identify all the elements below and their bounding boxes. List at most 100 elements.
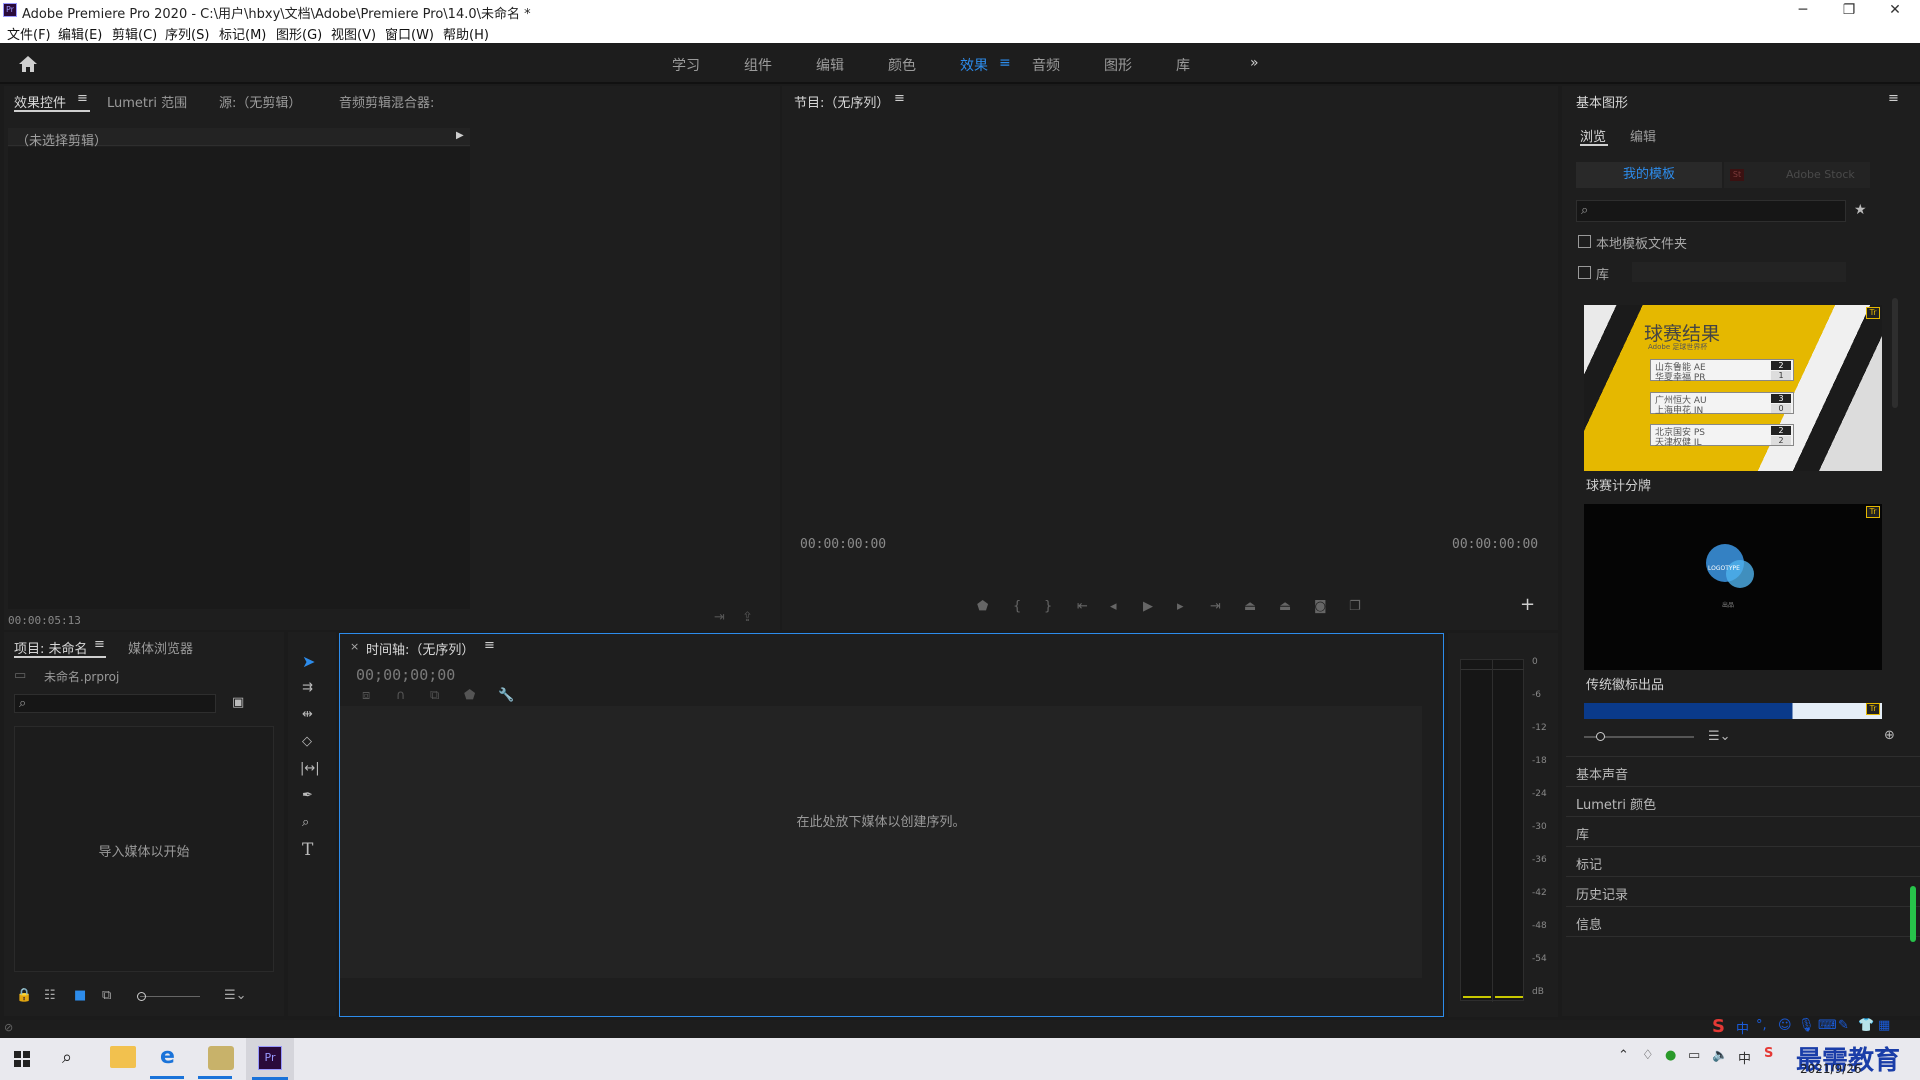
panel-libraries[interactable]: 库 (1576, 824, 1589, 843)
tray-chevron-icon[interactable]: ⌃ (1618, 1048, 1629, 1063)
workspace-effects[interactable]: 效果 (960, 55, 988, 75)
comparison-view-icon[interactable]: ❐ (1349, 599, 1361, 614)
close-timeline-icon[interactable]: × (350, 640, 359, 653)
mark-in-icon[interactable]: { (1013, 599, 1021, 614)
clock-date[interactable]: 2021/9/26 (1800, 1062, 1862, 1076)
play-icon[interactable]: ▶ (1143, 599, 1153, 614)
pen-tool-icon[interactable]: ✒ (302, 788, 313, 803)
tab-source[interactable]: 源:（无剪辑） (219, 92, 301, 111)
ime-voice-icon[interactable]: 🎙 (1798, 1018, 1815, 1033)
premiere-taskbar-button[interactable]: Pr (246, 1038, 294, 1080)
ime-tools-icon[interactable]: ✎ (1838, 1018, 1849, 1033)
expand-arrow-icon[interactable]: ▶ (456, 130, 464, 141)
effect-controls-timecode[interactable]: 00:00:05:13 (8, 614, 81, 627)
go-to-out-icon[interactable]: ⇥ (1210, 599, 1221, 614)
workspace-learn[interactable]: 学习 (672, 55, 700, 75)
ripple-edit-tool-icon[interactable]: ⇹ (302, 707, 313, 722)
workspace-assembly[interactable]: 组件 (744, 55, 772, 75)
workspace-audio[interactable]: 音频 (1032, 55, 1060, 75)
panel-info[interactable]: 信息 (1576, 914, 1602, 933)
new-layer-icon[interactable]: ⊕ (1884, 728, 1895, 743)
step-forward-icon[interactable]: ▸ (1177, 599, 1184, 614)
panel-lumetri-color[interactable]: Lumetri 颜色 (1576, 794, 1656, 813)
my-templates-tab[interactable]: 我的模板 (1576, 162, 1722, 188)
add-marker-icon[interactable]: ⬟ (977, 599, 988, 614)
add-button-icon[interactable]: + (1520, 594, 1535, 615)
workspace-editing[interactable]: 编辑 (816, 55, 844, 75)
panel-menu-icon[interactable]: ≡ (77, 91, 88, 106)
slip-tool-icon[interactable]: |↔| (300, 761, 320, 776)
snap-icon[interactable]: ∩ (396, 688, 406, 703)
panel-menu-icon[interactable]: ≡ (1888, 91, 1899, 106)
volume-icon[interactable]: 🔈 (1712, 1048, 1728, 1063)
network-icon[interactable]: ▭ (1688, 1048, 1700, 1063)
ime-emoji-icon[interactable]: ☺ (1778, 1018, 1792, 1033)
local-templates-checkbox[interactable] (1578, 235, 1591, 248)
extract-icon[interactable]: ⏏ (1279, 599, 1291, 614)
essential-graphics-title[interactable]: 基本图形 (1576, 92, 1628, 111)
panel-menu-icon[interactable]: ≡ (484, 638, 495, 653)
menu-window[interactable]: 窗口(W) (385, 24, 434, 43)
maximize-button[interactable]: ❐ (1826, 0, 1872, 22)
sogou-ime-icon[interactable]: S (1764, 1046, 1773, 1061)
menu-file[interactable]: 文件(F) (7, 24, 51, 43)
template-search-input[interactable]: ⌕ (1576, 200, 1846, 222)
panel-history[interactable]: 历史记录 (1576, 884, 1628, 903)
favorites-star-icon[interactable]: ★ (1854, 202, 1867, 218)
menu-clip[interactable]: 剪辑(C) (112, 24, 157, 43)
workspace-color[interactable]: 颜色 (888, 55, 916, 75)
slider-handle[interactable] (1596, 732, 1605, 741)
export-frame-icon[interactable]: ⇥ (714, 610, 725, 625)
zoom-slider[interactable] (140, 996, 200, 997)
program-viewer[interactable] (782, 114, 1558, 514)
workspace-libraries[interactable]: 库 (1176, 55, 1190, 75)
scoreboard-template-thumbnail[interactable]: 球赛结果 Adobe 足球世界杯 山东鲁能 AE 2 华夏幸福 PR 1 广州恒… (1584, 305, 1882, 471)
panel-markers[interactable]: 标记 (1576, 854, 1602, 873)
ime-indicator[interactable]: 中 (1738, 1048, 1751, 1067)
sogou-logo-icon[interactable]: S (1712, 1016, 1725, 1037)
freeform-view-icon[interactable]: ⧉ (102, 988, 111, 1003)
ime-skin-icon[interactable]: 👕 (1858, 1018, 1874, 1033)
tray-app-icon[interactable]: ● (1665, 1048, 1676, 1063)
list-view-icon[interactable]: ☷ (44, 988, 56, 1003)
logo-template-thumbnail[interactable]: LOGOTYPE 出品 Tr (1584, 504, 1882, 670)
tab-media-browser[interactable]: 媒体浏览器 (128, 638, 193, 657)
panels-scrollbar[interactable] (1910, 886, 1916, 942)
edge-browser-icon[interactable]: e (160, 1044, 175, 1069)
panel-menu-icon[interactable]: ≡ (94, 637, 105, 652)
menu-help[interactable]: 帮助(H) (443, 24, 489, 43)
mark-out-icon[interactable]: } (1044, 599, 1052, 614)
menu-view[interactable]: 视图(V) (331, 24, 376, 43)
panel-menu-icon[interactable]: ≡ (894, 91, 905, 106)
timeline-drop-area[interactable]: 在此处放下媒体以创建序列。 (340, 706, 1422, 978)
tab-effect-controls[interactable]: 效果控件 (14, 92, 66, 111)
libraries-checkbox[interactable] (1578, 266, 1591, 279)
lock-icon[interactable]: 🔒 (16, 988, 32, 1003)
tab-lumetri-scopes[interactable]: Lumetri 范围 (107, 92, 187, 111)
tab-edit[interactable]: 编辑 (1630, 126, 1656, 145)
panel-essential-sound[interactable]: 基本声音 (1576, 764, 1628, 783)
more-workspaces-icon[interactable]: » (1250, 55, 1259, 71)
template-thumbnail-partial[interactable]: Tr (1584, 703, 1882, 719)
qq-app-icon[interactable] (208, 1046, 234, 1070)
ime-chinese-mode[interactable]: 中 (1736, 1018, 1749, 1037)
zoom-tool-icon[interactable]: ⌕ (302, 815, 309, 830)
menu-edit[interactable]: 编辑(E) (58, 24, 102, 43)
ime-menu-icon[interactable]: ▦ (1878, 1018, 1890, 1033)
camera-icon[interactable]: ◙ (1314, 599, 1327, 614)
adobe-stock-tab[interactable]: St Adobe Stock (1724, 162, 1870, 188)
new-bin-icon[interactable]: ▣ (232, 695, 244, 710)
notification-icon[interactable]: ♢ (1642, 1048, 1654, 1063)
minimize-button[interactable]: ─ (1780, 0, 1826, 22)
timeline-settings-wrench-icon[interactable]: 🔧 (498, 688, 514, 703)
lift-icon[interactable]: ⏏ (1244, 599, 1256, 614)
close-button[interactable]: ✕ (1872, 0, 1918, 22)
library-dropdown[interactable] (1632, 262, 1846, 282)
ime-keyboard-icon[interactable]: ⌨ (1818, 1018, 1837, 1033)
icon-view-icon[interactable]: ■ (74, 988, 86, 1003)
program-monitor-title[interactable]: 节目:（无序列） (794, 92, 889, 111)
menu-marker[interactable]: 标记(M) (219, 24, 266, 43)
menu-sequence[interactable]: 序列(S) (165, 24, 209, 43)
file-explorer-icon[interactable] (110, 1046, 136, 1068)
timeline-title[interactable]: 时间轴:（无序列） (366, 639, 474, 658)
